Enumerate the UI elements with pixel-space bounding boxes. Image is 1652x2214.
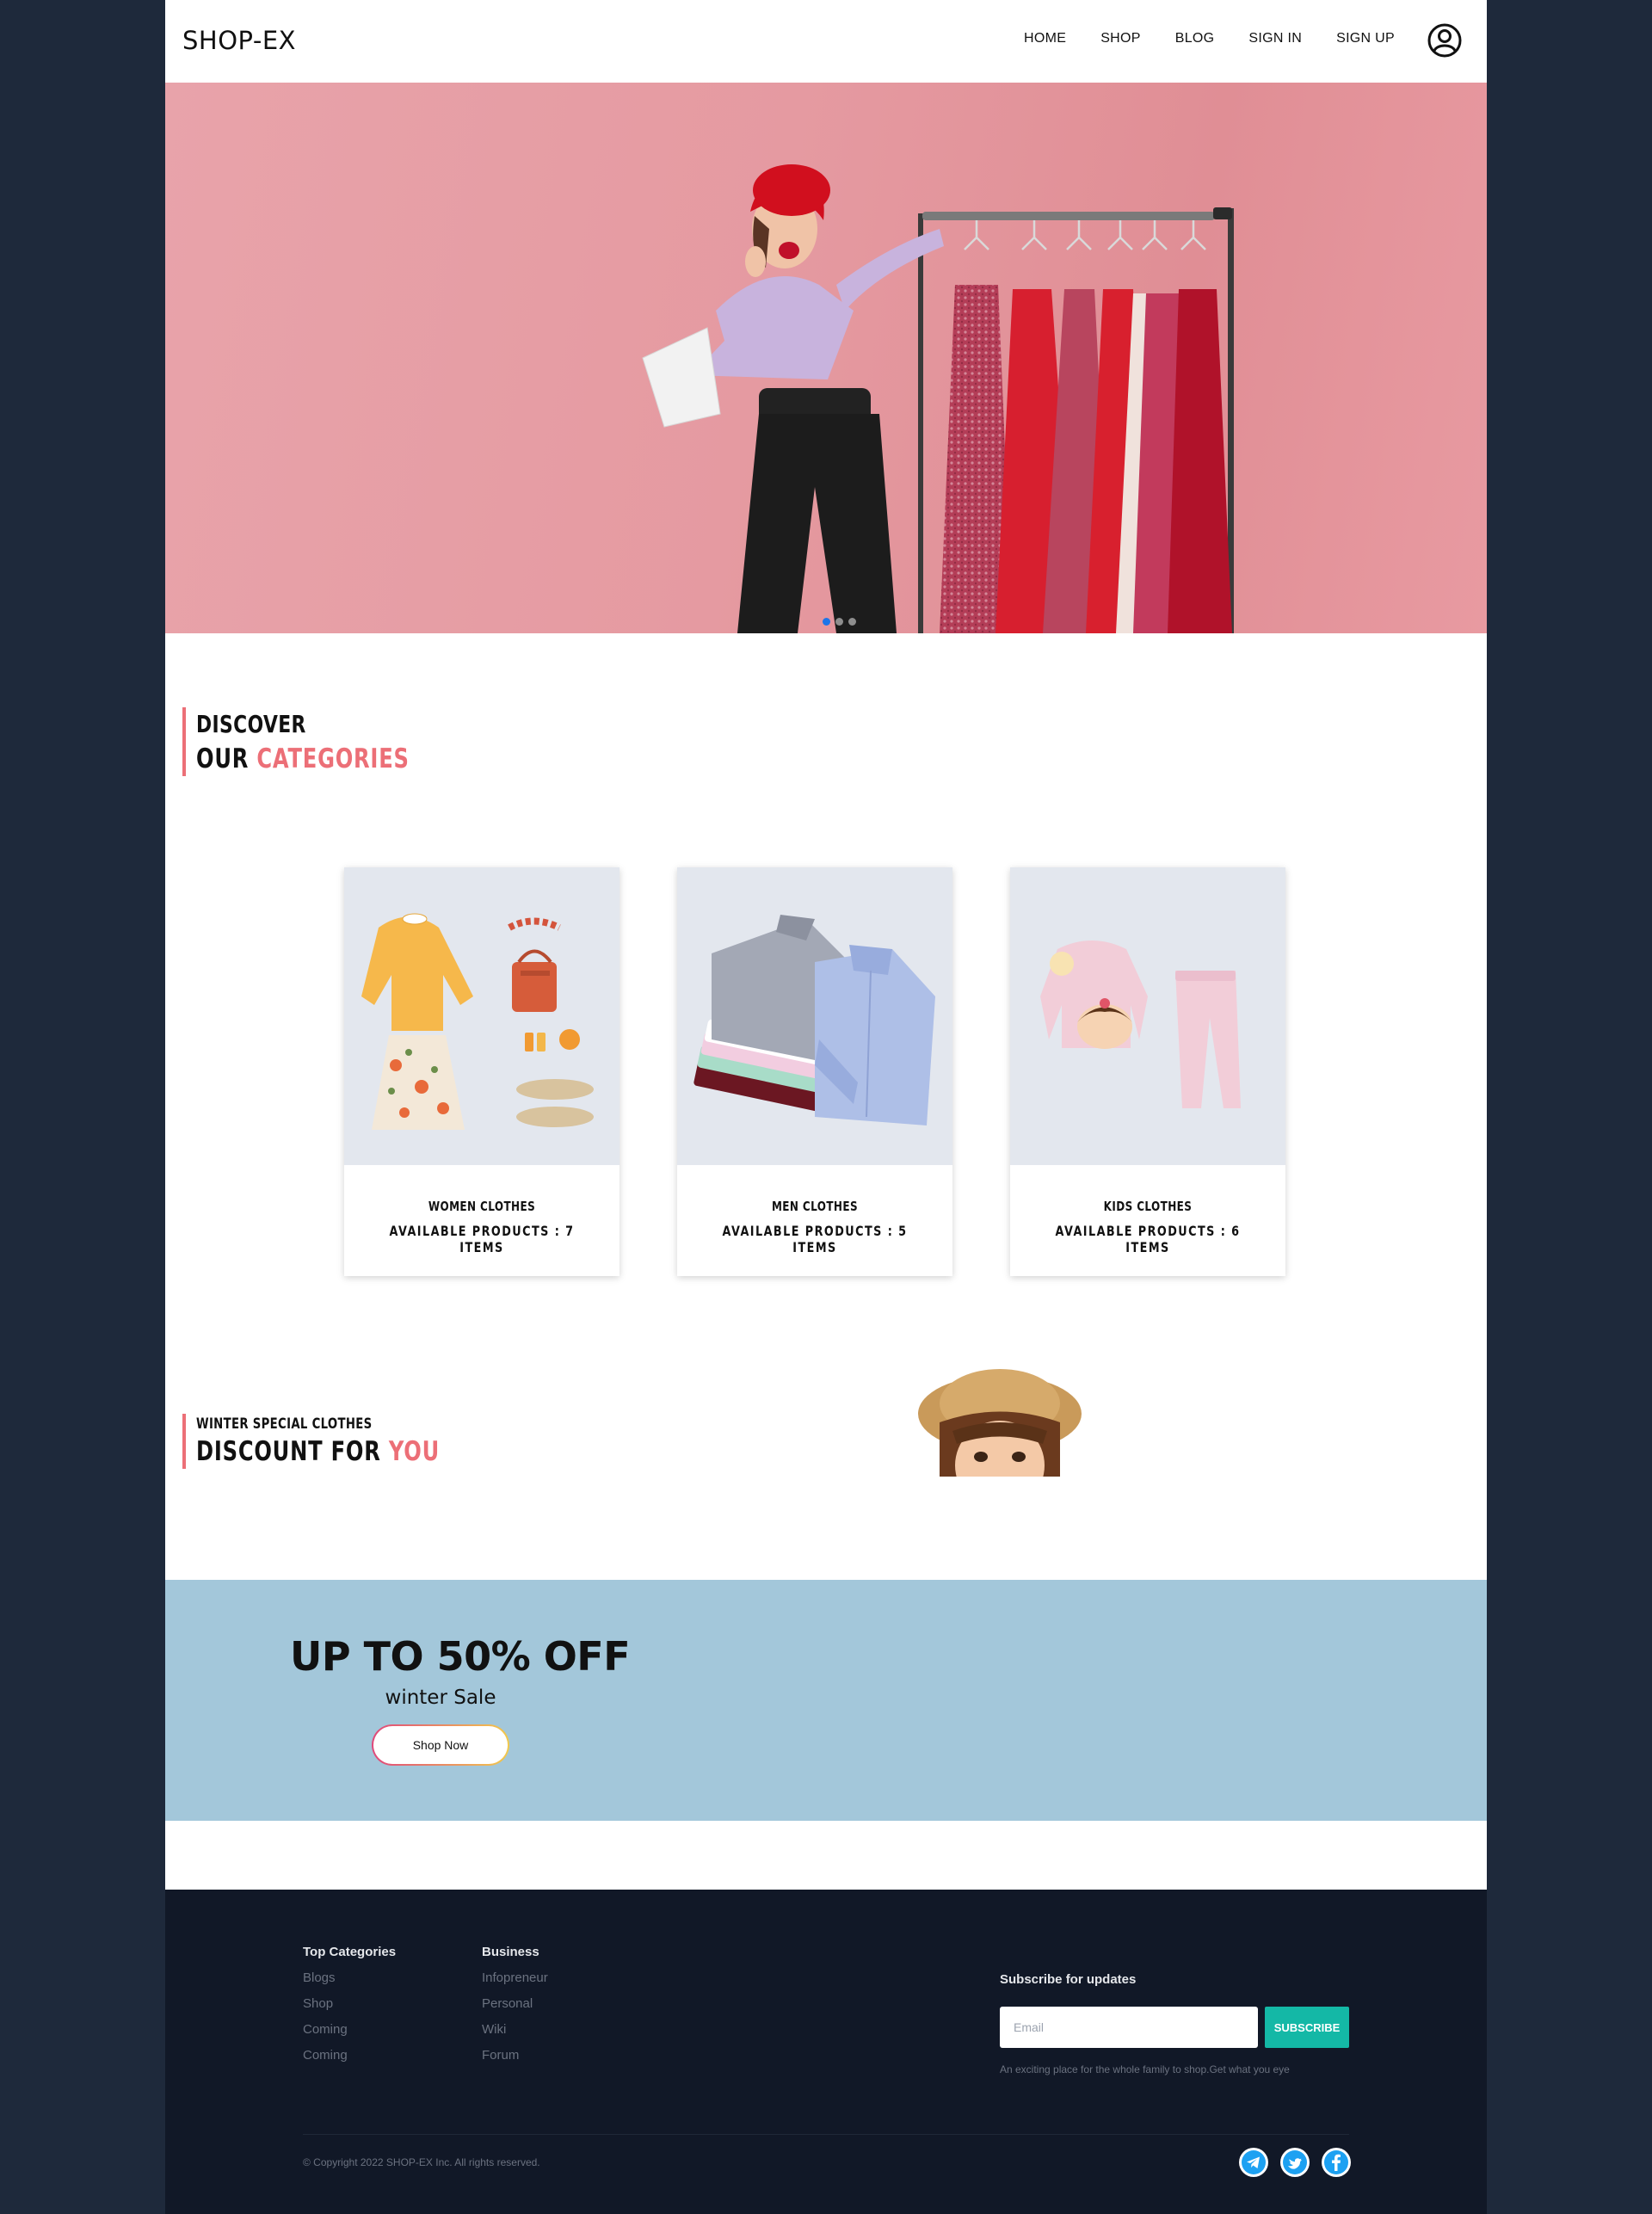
categories-heading-accent: Categories: [256, 743, 410, 774]
discount-heading-accent: You: [388, 1436, 441, 1467]
category-card-women[interactable]: WOMEN CLOTHES AVAILABLE PRODUCTS : 7 ITE…: [344, 867, 620, 1276]
slider-dots: [823, 618, 861, 626]
category-title: WOMEN CLOTHES: [428, 1199, 536, 1214]
categories-heading: Discover Our Categories: [182, 707, 470, 776]
promo-banner: UP TO 50% OFF winter Sale Shop Now: [165, 1580, 1487, 1821]
category-count: AVAILABLE PRODUCTS : 7 ITEMS: [389, 1223, 575, 1255]
telegram-icon[interactable]: [1239, 2148, 1268, 2177]
category-count: AVAILABLE PRODUCTS : 6 ITEMS: [1055, 1223, 1241, 1255]
footer-divider: [303, 2134, 1349, 2135]
hero-image: [642, 164, 1234, 633]
footer-link-forum[interactable]: Forum: [482, 2048, 548, 2063]
navbar: SHOP-EX HOME SHOP BLOG SIGN IN SIGN UP: [165, 0, 1487, 83]
categories-heading-line1: Discover: [196, 710, 306, 738]
categories-heading-prefix: Our: [196, 743, 257, 774]
kids-clothes-image: [1010, 867, 1285, 1165]
footer-col-business: Business Infopreneur Personal Wiki Forum: [482, 1945, 548, 2074]
footer-link-blogs[interactable]: Blogs: [303, 1970, 396, 1985]
women-clothes-image: [344, 867, 620, 1165]
nav-links: HOME SHOP BLOG SIGN IN SIGN UP: [1024, 31, 1395, 46]
category-title: KIDS CLOTHES: [1103, 1199, 1193, 1214]
footer-col-top-categories: Top Categories Blogs Shop Coming Coming: [303, 1945, 396, 2074]
slider-dot-2[interactable]: [835, 618, 843, 626]
discount-heading-prefix: Discount For: [196, 1436, 389, 1467]
subscribe-title: Subscribe for updates: [1000, 1972, 1137, 1987]
categories-heading-line2: Our Categories: [196, 742, 410, 776]
footer-link-shop[interactable]: Shop: [303, 1996, 396, 2011]
nav-link-shop[interactable]: SHOP: [1100, 31, 1141, 46]
shop-now-button[interactable]: Shop Now: [372, 1724, 509, 1766]
twitter-icon[interactable]: [1280, 2148, 1310, 2177]
nav-link-sign-up[interactable]: SIGN UP: [1336, 31, 1395, 46]
hat-girl-image: [914, 1369, 1086, 1478]
slider-dot-1[interactable]: [823, 618, 830, 626]
copyright-text: © Copyright 2022 SHOP-EX Inc. All rights…: [303, 2156, 540, 2168]
discount-heading-main: Discount For You: [196, 1434, 440, 1469]
category-card-kids[interactable]: KIDS CLOTHES AVAILABLE PRODUCTS : 6 ITEM…: [1010, 867, 1285, 1276]
subscribe-note: An exciting place for the whole family t…: [1000, 2063, 1290, 2075]
hero-slider[interactable]: [165, 83, 1487, 633]
footer: Top Categories Blogs Shop Coming Coming …: [165, 1890, 1487, 2214]
footer-link-wiki[interactable]: Wiki: [482, 2022, 548, 2037]
nav-link-blog[interactable]: BLOG: [1175, 31, 1215, 46]
footer-link-coming[interactable]: Coming: [303, 2022, 396, 2037]
footer-col-title: Business: [482, 1945, 539, 1959]
email-field[interactable]: [1000, 2007, 1258, 2048]
promo-subtitle: winter Sale: [385, 1687, 496, 1709]
discount-heading-small: Winter Special Clothes: [196, 1415, 373, 1433]
nav-link-sign-in[interactable]: SIGN IN: [1248, 31, 1302, 46]
footer-link-coming-2[interactable]: Coming: [303, 2048, 396, 2063]
user-circle-icon[interactable]: [1427, 22, 1463, 59]
footer-col-title: Top Categories: [303, 1945, 397, 1959]
category-title: MEN CLOTHES: [771, 1199, 859, 1214]
subscribe-button[interactable]: SUBSCRIBE: [1265, 2007, 1349, 2048]
facebook-icon[interactable]: [1322, 2148, 1351, 2177]
promo-title: UP TO 50% OFF: [290, 1633, 631, 1680]
discount-heading: Winter Special Clothes Discount For You: [182, 1414, 509, 1469]
category-count: AVAILABLE PRODUCTS : 5 ITEMS: [722, 1223, 908, 1255]
nav-link-home[interactable]: HOME: [1024, 31, 1066, 46]
footer-link-infopreneur[interactable]: Infopreneur: [482, 1970, 548, 1985]
shop-now-label: Shop Now: [373, 1726, 508, 1764]
page: SHOP-EX HOME SHOP BLOG SIGN IN SIGN UP D…: [165, 0, 1487, 2214]
category-card-men[interactable]: MEN CLOTHES AVAILABLE PRODUCTS : 5 ITEMS: [677, 867, 952, 1276]
slider-dot-3[interactable]: [848, 618, 856, 626]
men-clothes-image: [677, 867, 952, 1165]
footer-link-personal[interactable]: Personal: [482, 1996, 548, 2011]
site-logo[interactable]: SHOP-EX: [182, 26, 296, 55]
